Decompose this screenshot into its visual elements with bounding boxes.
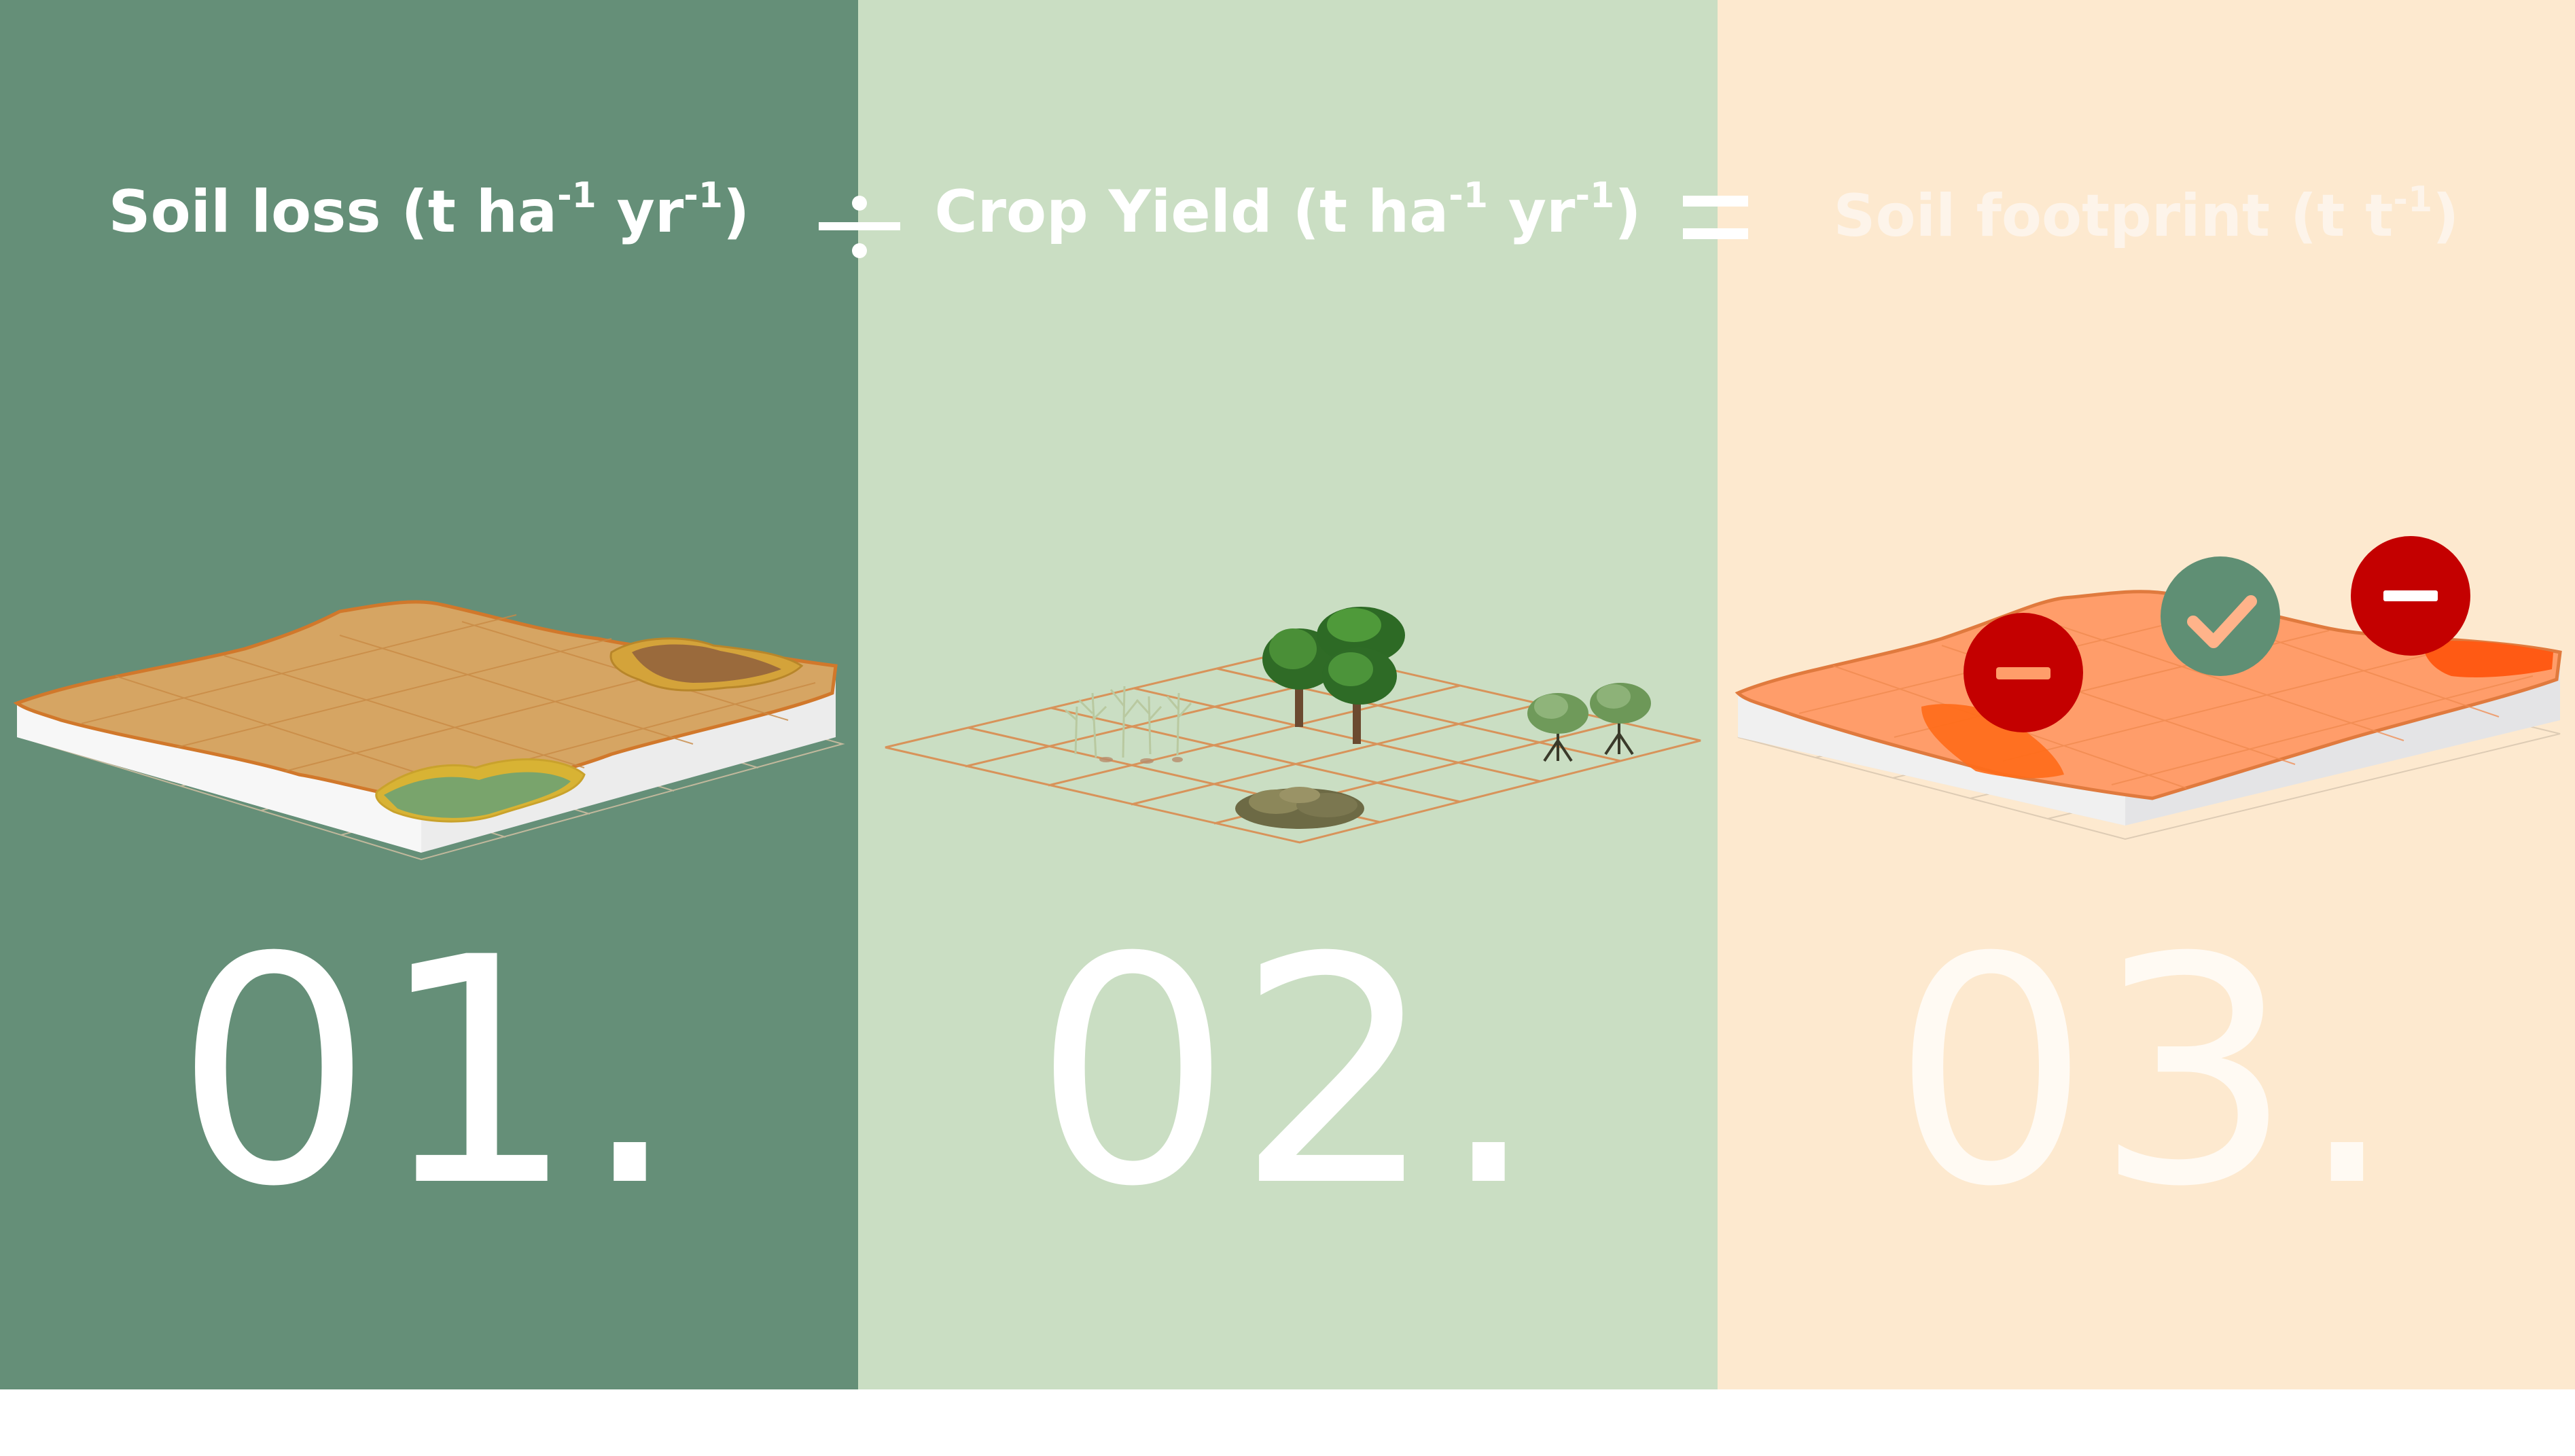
soil-loss-terrain-illustration	[13, 600, 845, 861]
panel-soil-footprint: Soil footprint (t t-1) 03.	[1718, 0, 2575, 1389]
step-number-03: 03.	[1892, 891, 2401, 1255]
minus-badge-icon	[2351, 536, 2470, 656]
crop-yield-field-illustration	[885, 607, 1701, 844]
panel-crop-yield: Crop Yield (t ha-1 yr-1) 02.	[858, 0, 1718, 1389]
olive-trees	[1527, 683, 1651, 762]
step-number-01: 01.	[174, 891, 684, 1255]
equals-sign-icon	[1683, 196, 1748, 239]
soil-footprint-terrain-illustration	[1735, 536, 2562, 840]
check-badge-icon	[2161, 556, 2280, 676]
step-number-02: 02.	[1033, 891, 1543, 1255]
panel-soil-loss: Soil loss (t ha-1 yr-1) 01.	[0, 0, 858, 1389]
divide-sign-icon	[819, 196, 900, 258]
minus-badge-icon	[1964, 613, 2083, 732]
